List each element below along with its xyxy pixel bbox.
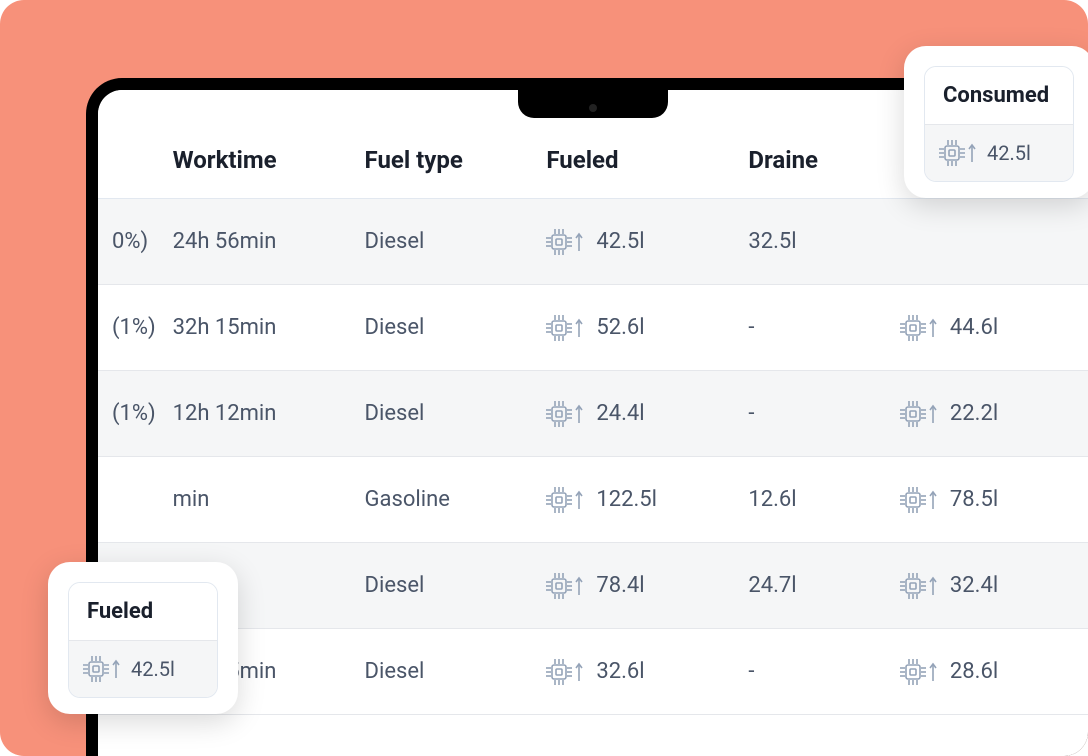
table-row[interactable]: minGasoline 122.5l 12.6l 78.5l	[98, 457, 1088, 543]
cell-consumed: 32.4l	[886, 543, 1088, 629]
chip-sensor-icon	[900, 486, 940, 514]
cell-pct	[98, 457, 159, 543]
column-header-worktime[interactable]: Worktime	[159, 90, 351, 199]
cell-consumed	[886, 199, 1088, 285]
table-row[interactable]: 1%)10h 45minDiesel32.6l-28.6l	[98, 629, 1088, 715]
fueled-value: 122.5l	[596, 487, 657, 512]
chip-sensor-icon	[546, 400, 586, 428]
chip-sensor-icon	[900, 314, 940, 342]
consumed-value: 78.5l	[950, 487, 998, 512]
cell-worktime: min	[159, 457, 351, 543]
cell-drained: -	[734, 285, 886, 371]
fueled-value: 42.5l	[596, 229, 644, 254]
table-row[interactable]: minDiesel78.4l24.7l32.4l	[98, 543, 1088, 629]
cell-fueled: 122.5l	[532, 457, 734, 543]
chip-sensor-icon	[546, 572, 586, 600]
chip-sensor-icon	[900, 400, 940, 428]
consumed-value: 22.2l	[950, 401, 998, 426]
consumed-value: 32.4l	[950, 573, 998, 598]
fueled-value: 52.6l	[596, 315, 644, 340]
device-notch	[518, 90, 668, 118]
cell-drained: 24.7l	[734, 543, 886, 629]
table-row[interactable]: (1%)32h 15minDiesel 52.6l - 44.6l	[98, 285, 1088, 371]
cell-drained: -	[734, 629, 886, 715]
chip-sensor-icon	[546, 228, 586, 256]
chip-sensor-icon	[546, 314, 586, 342]
consumed-value: 44.6l	[950, 315, 998, 340]
consumed-card-title: Consumed	[925, 67, 1073, 124]
fueled-card-title: Fueled	[69, 583, 217, 640]
cell-fueled: 78.4l	[532, 543, 734, 629]
chip-sensor-icon	[939, 139, 979, 167]
cell-fuel-type: Gasoline	[351, 457, 533, 543]
consumed-callout-card: Consumed 42.5l	[904, 46, 1088, 198]
cell-drained: 32.5l	[734, 199, 886, 285]
cell-fueled: 52.6l	[532, 285, 734, 371]
cell-fuel-type: Diesel	[351, 199, 533, 285]
cell-consumed: 28.6l	[886, 629, 1088, 715]
cell-drained: -	[734, 371, 886, 457]
cell-drained: 12.6l	[734, 457, 886, 543]
chip-sensor-icon	[900, 572, 940, 600]
fueled-value: 32.6l	[596, 659, 644, 684]
consumed-card-value-row: 42.5l	[925, 124, 1073, 181]
cell-pct: (1%)	[98, 371, 159, 457]
chip-sensor-icon	[546, 486, 586, 514]
fueled-card-value: 42.5l	[131, 657, 175, 681]
cell-fueled: 42.5l	[532, 199, 734, 285]
cell-consumed: 22.2l	[886, 371, 1088, 457]
table-row[interactable]: (1%)12h 12minDiesel 24.4l - 22.2l	[98, 371, 1088, 457]
cell-worktime: 12h 12min	[159, 371, 351, 457]
chip-sensor-icon	[546, 658, 586, 686]
column-header-pct[interactable]	[98, 90, 159, 199]
cell-consumed: 78.5l	[886, 457, 1088, 543]
chip-sensor-icon	[83, 655, 123, 683]
cell-fuel-type: Diesel	[351, 629, 533, 715]
fueled-card-value-row: 42.5l	[69, 640, 217, 697]
fueled-value: 24.4l	[596, 401, 644, 426]
cell-pct: 0%)	[98, 199, 159, 285]
chip-sensor-icon	[900, 658, 940, 686]
column-header-fuel-type[interactable]: Fuel type	[351, 90, 533, 199]
cell-worktime: 32h 15min	[159, 285, 351, 371]
cell-fueled: 24.4l	[532, 371, 734, 457]
cell-fuel-type: Diesel	[351, 543, 533, 629]
cell-fueled: 32.6l	[532, 629, 734, 715]
cell-consumed: 44.6l	[886, 285, 1088, 371]
cell-fuel-type: Diesel	[351, 371, 533, 457]
cell-pct: (1%)	[98, 285, 159, 371]
column-header-drained[interactable]: Draine	[734, 90, 886, 199]
cell-worktime: 24h 56min	[159, 199, 351, 285]
consumed-card-value: 42.5l	[987, 141, 1031, 165]
cell-fuel-type: Diesel	[351, 285, 533, 371]
canvas-background: Worktime Fuel type Fueled Draine 0%)24h …	[0, 0, 1088, 756]
consumed-value: 28.6l	[950, 659, 998, 684]
fueled-value: 78.4l	[596, 573, 644, 598]
fueled-callout-card: Fueled 42.5l	[48, 562, 238, 714]
table-row[interactable]: 0%)24h 56minDiesel 42.5l 32.5l	[98, 199, 1088, 285]
